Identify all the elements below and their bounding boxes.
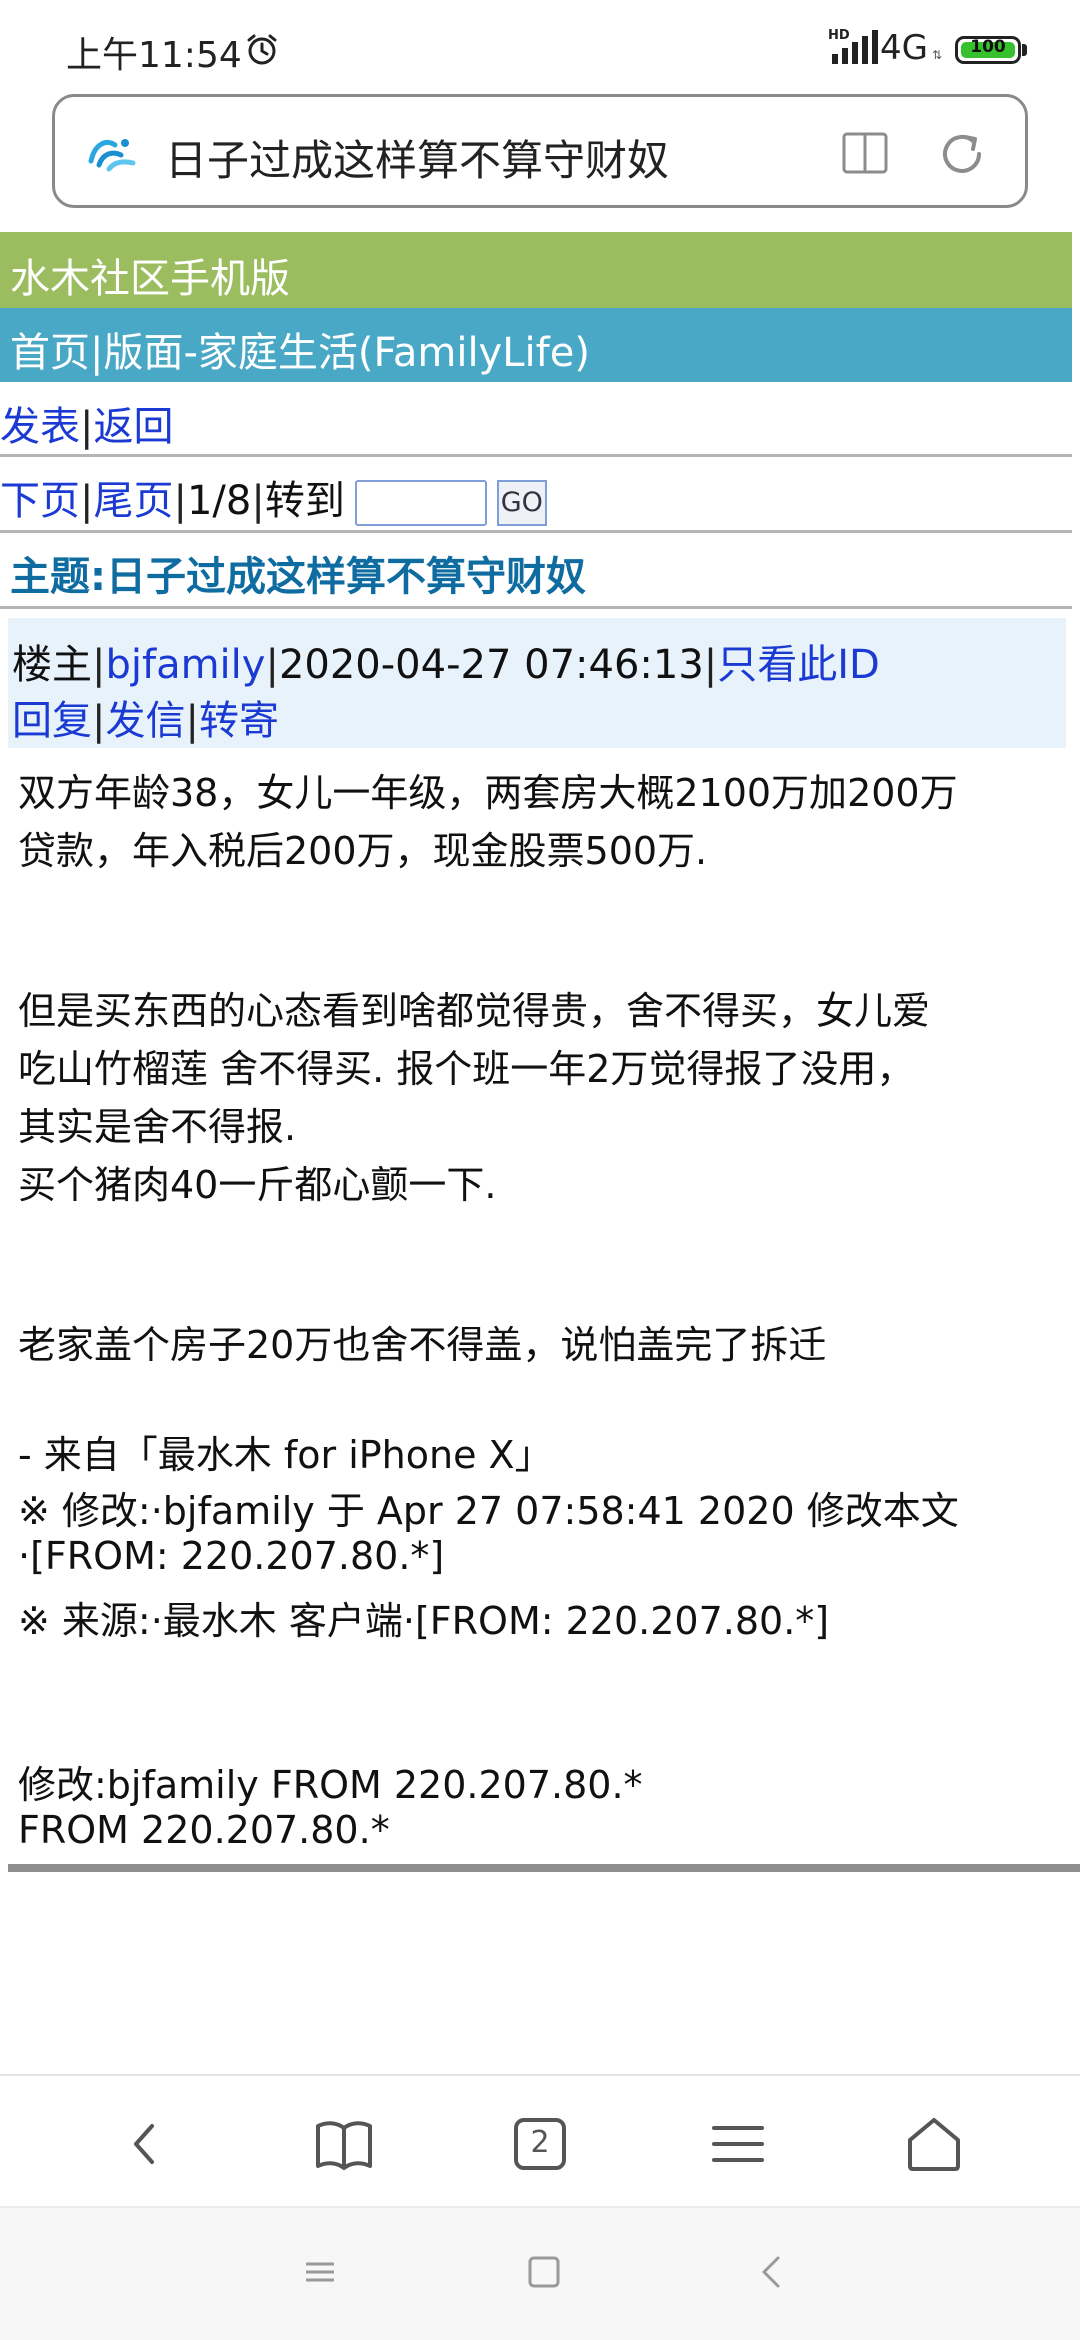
post-meta-line: 楼主|bjfamily|2020-04-27 07:46:13|只看此ID (12, 632, 880, 690)
go-button[interactable]: GO (496, 480, 547, 526)
separator: | (173, 478, 187, 524)
site-title: 水木社区手机版 (10, 256, 290, 302)
browser-toolbar: 2 (0, 2076, 1080, 2206)
separator: | (703, 642, 718, 688)
back-arrow-icon[interactable] (114, 2112, 178, 2176)
post-role: 楼主 (12, 642, 92, 688)
post-content-line: 吃山竹榴莲 舍不得买. 报个班一年2万觉得报了没用， (18, 1047, 915, 1091)
next-page-link[interactable]: 下页 (0, 478, 80, 524)
status-bar: 上午11:54 HD 4G ⇅ 100 (0, 0, 1080, 90)
post-content-line: 贷款，年入税后200万，现金股票500万. (18, 829, 708, 873)
reader-mode-icon[interactable] (841, 131, 889, 175)
separator: | (265, 642, 279, 688)
send-mail-link[interactable]: 发信 (105, 698, 185, 744)
post-content-line: 但是买东西的心态看到啥都觉得贵，舍不得买，女儿爱 (18, 989, 931, 1033)
menu-icon[interactable] (706, 2112, 770, 2176)
status-time: 上午11:54 (66, 35, 242, 76)
network-type: 4G (880, 28, 928, 68)
divider (0, 606, 1072, 609)
signal-icon: HD (828, 28, 884, 66)
separator: | (80, 478, 94, 524)
address-text[interactable]: 日子过成这样算不算守财奴 (165, 127, 669, 188)
post-content-line: 其实是舍不得报. (18, 1105, 297, 1149)
tab-count: 2 (530, 2125, 550, 2160)
post-new-link[interactable]: 发表 (0, 404, 80, 450)
divider (0, 530, 1072, 533)
post-edit-note: ※ 修改:·bjfamily 于 Apr 27 07:58:41 2020 修改… (18, 1489, 959, 1533)
data-activity-icon: ⇅ (932, 48, 943, 62)
thread-subject: 主题:日子过成这样算不算守财奴 (10, 554, 586, 600)
recent-apps-icon[interactable] (300, 2252, 340, 2292)
author-link[interactable]: bjfamily (105, 642, 265, 688)
post-content-line: 老家盖个房子20万也舍不得盖，说怕盖完了拆迁 (18, 1323, 827, 1367)
back-nav-icon[interactable] (752, 2252, 792, 2292)
board-breadcrumb-bar[interactable]: 首页|版面-家庭生活(FamilyLife) (0, 308, 1072, 382)
goto-page-input[interactable] (354, 480, 487, 526)
board-breadcrumb[interactable]: 首页|版面-家庭生活(FamilyLife) (10, 320, 590, 378)
alarm-clock-icon (247, 34, 277, 65)
reply-link[interactable]: 回复 (12, 698, 92, 744)
separator: | (92, 698, 106, 744)
post-content-line: 买个猪肉40一斤都心颤一下. (18, 1163, 497, 1207)
post-content-line: 双方年龄38，女儿一年级，两套房大概2100万加200万 (18, 771, 958, 815)
back-link[interactable]: 返回 (93, 404, 173, 450)
separator: | (251, 478, 265, 524)
separator: | (185, 698, 199, 744)
goto-label: 转到 (264, 478, 345, 524)
home-nav-icon[interactable] (524, 2252, 564, 2292)
battery-icon: 100 (955, 36, 1021, 64)
post-source-note: ※ 来源:·最水木 客户端·[FROM: 220.207.80.*] (18, 1599, 830, 1643)
post-meta: 楼主|bjfamily|2020-04-27 07:46:13|只看此ID 回复… (8, 618, 1066, 748)
tabs-button[interactable]: 2 (508, 2112, 572, 2176)
battery-level: 100 (970, 37, 1006, 57)
post-actions: 回复|发信|转寄 (12, 688, 279, 746)
last-page-link[interactable]: 尾页 (93, 478, 173, 524)
divider (0, 454, 1072, 457)
address-bar[interactable]: 日子过成这样算不算守财奴 (52, 94, 1028, 208)
site-title-bar: 水木社区手机版 (0, 232, 1072, 308)
separator: | (92, 642, 106, 688)
system-nav-bar (0, 2206, 1080, 2340)
battery-cap (1022, 44, 1027, 56)
hd-label: HD (828, 28, 850, 43)
pagination-row: 下页|尾页|1/8|转到 GO (0, 468, 1072, 526)
browser-logo-icon (88, 139, 136, 172)
post-edit-note: ·[FROM: 220.207.80.*] (18, 1534, 445, 1578)
page-indicator: 1/8 (186, 478, 252, 524)
bookmarks-icon[interactable] (312, 2112, 376, 2176)
post-datetime: 2020-04-27 07:46:13 (278, 642, 704, 688)
post-bottom-rule (8, 1864, 1080, 1872)
reload-icon[interactable] (935, 127, 989, 181)
post-signature: - 来自「最水木 for iPhone X」 (18, 1433, 553, 1477)
only-this-id-link[interactable]: 只看此ID (717, 642, 880, 688)
home-icon[interactable] (902, 2112, 966, 2176)
action-links-row: 发表|返回 (0, 394, 1072, 452)
post-from-footer: FROM 220.207.80.* (18, 1808, 390, 1852)
post-edit-footer: 修改:bjfamily FROM 220.207.80.* (18, 1763, 643, 1807)
separator: | (80, 404, 94, 450)
forward-link[interactable]: 转寄 (199, 698, 279, 744)
